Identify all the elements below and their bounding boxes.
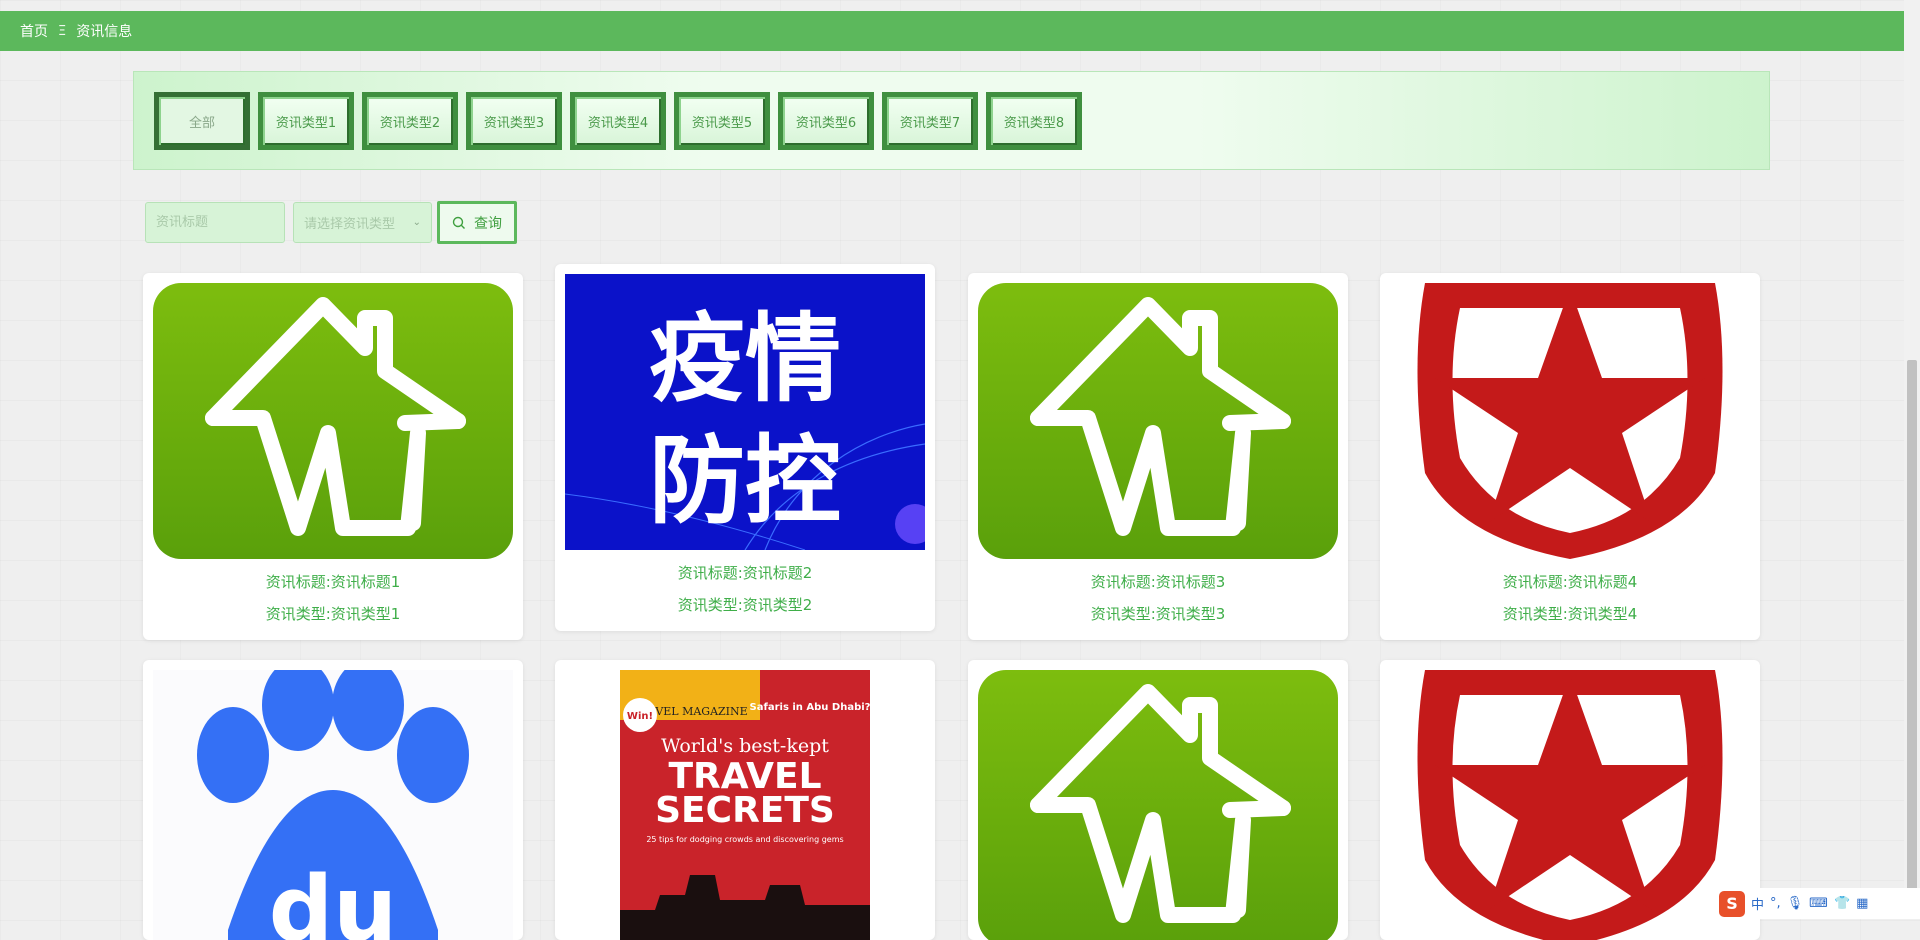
ime-mode-label[interactable]: 中	[1751, 894, 1764, 913]
news-image-star	[1390, 670, 1750, 940]
type-select-placeholder: 请选择资讯类型	[304, 217, 396, 232]
category-type7-button[interactable]: 资讯类型7	[882, 92, 978, 150]
news-type: 资讯类型:资讯类型1	[265, 605, 401, 623]
ime-toolbar[interactable]: S 中 °, 🎙 ⌨ 👕 ▦	[1715, 888, 1920, 919]
news-card[interactable]: 资讯标题:资讯标题1 资讯类型:资讯类型1	[143, 273, 523, 640]
toolbox-icon[interactable]: ▦	[1856, 896, 1868, 911]
query-button-label: 查询	[474, 215, 502, 232]
breadcrumb-separator-icon: Ξ	[58, 23, 67, 39]
house-logo-icon	[205, 297, 466, 536]
news-type: 资讯类型:资讯类型4	[1502, 605, 1638, 623]
category-type8-button[interactable]: 资讯类型8	[986, 92, 1082, 150]
magazine-win-badge: Win!	[627, 711, 653, 722]
epidemic-banner-icon: 疫情 防控	[565, 303, 925, 550]
house-logo-icon	[1030, 297, 1291, 536]
news-card[interactable]: 资讯标题:资讯标题4 资讯类型:资讯类型4	[1380, 273, 1760, 640]
magazine-headline-2: SECRETS	[655, 790, 835, 831]
news-type: 资讯类型:资讯类型3	[1090, 605, 1226, 623]
breadcrumb-current: 资讯信息	[76, 24, 133, 40]
news-image-house	[978, 283, 1338, 559]
breadcrumb-home[interactable]: 首页	[20, 21, 48, 41]
category-type2-button[interactable]: 资讯类型2	[362, 92, 458, 150]
news-card[interactable]	[968, 660, 1348, 940]
news-card[interactable]: du	[143, 660, 523, 940]
news-image-magazine: TRAVEL MAGAZINE Win! Safaris in Abu Dhab…	[565, 670, 925, 940]
baidu-paw-icon: du	[197, 670, 469, 940]
news-image-star	[1390, 283, 1750, 559]
news-title[interactable]: 资讯标题:资讯标题1	[143, 571, 523, 592]
magazine-tagline: World's best-kept	[661, 735, 829, 757]
epidemic-text-line2: 防控	[649, 425, 841, 537]
category-type1-button[interactable]: 资讯类型1	[258, 92, 354, 150]
chevron-down-icon: ⌄	[412, 217, 421, 228]
news-image-baidu: du	[153, 670, 513, 940]
scrollbar-thumb[interactable]	[1907, 360, 1917, 919]
baidu-logo-text: du	[269, 857, 398, 940]
category-type3-button[interactable]: 资讯类型3	[466, 92, 562, 150]
magazine-cover-icon: TRAVEL MAGAZINE Win! Safaris in Abu Dhab…	[620, 670, 871, 940]
category-all-button[interactable]: 全部	[154, 92, 250, 150]
vertical-scrollbar[interactable]	[1904, 0, 1920, 919]
category-type6-button[interactable]: 资讯类型6	[778, 92, 874, 150]
news-type: 资讯类型:资讯类型2	[677, 596, 813, 614]
search-title-input[interactable]	[145, 202, 285, 243]
category-type5-button[interactable]: 资讯类型5	[674, 92, 770, 150]
news-card[interactable]: 疫情 防控 资讯标题:资讯标题2 资讯类型:资讯类型2	[555, 264, 935, 631]
news-image-house	[153, 283, 513, 559]
sogou-logo-icon[interactable]: S	[1719, 890, 1745, 917]
news-image-house	[978, 670, 1338, 940]
news-card[interactable]: TRAVEL MAGAZINE Win! Safaris in Abu Dhab…	[555, 660, 935, 940]
news-title[interactable]: 资讯标题:资讯标题3	[968, 571, 1348, 592]
news-card[interactable]	[1380, 660, 1760, 940]
query-button[interactable]: 查询	[437, 201, 517, 244]
news-card[interactable]: 资讯标题:资讯标题3 资讯类型:资讯类型3	[968, 273, 1348, 640]
type-select[interactable]: 请选择资讯类型 ⌄	[293, 202, 432, 243]
magazine-teaser: 25 tips for dodging crowds and discoveri…	[646, 835, 843, 844]
news-title[interactable]: 资讯标题:资讯标题2	[555, 562, 935, 583]
red-star-shield-icon	[1417, 283, 1723, 559]
category-type4-button[interactable]: 资讯类型4	[570, 92, 666, 150]
search-icon	[452, 216, 465, 229]
news-title[interactable]: 资讯标题:资讯标题4	[1380, 571, 1760, 592]
red-star-shield-icon	[1417, 670, 1723, 940]
news-image-epidemic: 疫情 防控	[565, 274, 925, 550]
breadcrumb: 首页 Ξ 资讯信息	[0, 11, 1904, 51]
house-logo-icon	[1030, 684, 1291, 923]
magazine-side-text: Safaris in Abu Dhabi?	[750, 702, 871, 713]
microphone-icon[interactable]: 🎙	[1787, 896, 1804, 911]
keyboard-icon[interactable]: ⌨	[1809, 896, 1828, 911]
epidemic-text-line1: 疫情	[649, 303, 841, 415]
skin-icon[interactable]: 👕	[1834, 896, 1850, 911]
punctuation-icon[interactable]: °,	[1770, 896, 1781, 911]
category-filter-panel: 全部 资讯类型1 资讯类型2 资讯类型3 资讯类型4 资讯类型5 资讯类型6 资…	[133, 71, 1770, 170]
